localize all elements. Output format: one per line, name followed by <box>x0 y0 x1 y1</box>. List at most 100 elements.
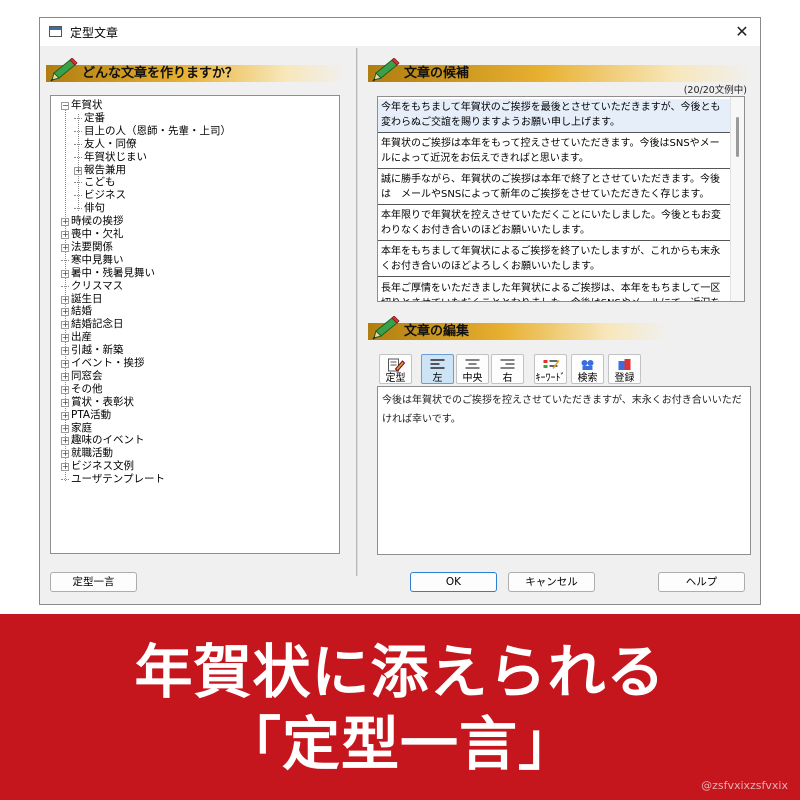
tree-item-label: 法要関係 <box>71 240 113 253</box>
expand-icon[interactable]: + <box>61 372 69 381</box>
tree-item-label: クリスマス <box>71 279 124 292</box>
expand-icon[interactable]: + <box>61 411 69 420</box>
candidate-item[interactable]: 本年をもちまして年賀状によるご挨拶を終了いたしますが、これからも末永くお付き合い… <box>378 243 731 277</box>
expand-icon[interactable]: + <box>61 360 69 368</box>
tree-item-label: 年賀状じまい <box>84 150 147 163</box>
align-left-icon <box>430 359 445 369</box>
expand-icon[interactable]: + <box>61 269 69 278</box>
tree-item-label: 喪中・欠礼 <box>71 228 124 240</box>
tree-item-label: 誕生日 <box>71 292 103 305</box>
candidate-scrollbar[interactable] <box>730 97 744 301</box>
tree-connector <box>74 156 82 158</box>
tree-connector <box>61 259 69 261</box>
dialog-window: 定型文章 ✕ どんな文章を作りますか？ − 年賀状 定番 目上の人（恩師・先輩・上司）… <box>39 17 761 605</box>
template-icon <box>388 358 406 372</box>
expand-icon[interactable]: + <box>74 166 82 175</box>
window-title: 定型文章 <box>70 26 119 40</box>
tree-item-label: 結婚記念日 <box>71 318 124 331</box>
tree-item-label: 目上の人（恩師・先輩・上司） <box>84 124 231 137</box>
tree-connector <box>74 195 82 197</box>
tree-item-label: その他 <box>71 382 103 395</box>
phrase-button[interactable]: 定型一言 <box>50 572 137 592</box>
collapse-icon[interactable]: − <box>61 102 69 110</box>
editor-section-header: 文章の編集 <box>368 316 668 340</box>
ok-button[interactable]: OK <box>410 572 497 592</box>
expand-icon[interactable]: + <box>61 424 69 433</box>
template-label: 定型 <box>385 373 406 384</box>
expand-icon[interactable]: + <box>61 463 69 472</box>
align-center-label: 中央 <box>462 373 483 384</box>
expand-icon[interactable]: + <box>61 218 69 227</box>
tree-item-label: 報告兼用 <box>84 163 126 176</box>
tree-item-label: PTA活動 <box>71 408 112 421</box>
pencil-icon <box>372 316 400 340</box>
expand-icon[interactable]: + <box>61 385 69 394</box>
candidate-item[interactable]: 長年ご厚情をいただきました年賀状によるご挨拶は、本年をもちまして一区切りとさせて… <box>378 280 731 301</box>
expand-icon[interactable]: + <box>61 398 69 407</box>
expand-icon[interactable]: + <box>61 231 69 239</box>
scrollbar-thumb[interactable] <box>736 117 739 157</box>
category-tree[interactable]: − 年賀状 定番 目上の人（恩師・先輩・上司） 友人・同僚 年賀状じまい + 報告兼用 こどもビ… <box>50 95 340 554</box>
watermark: @zsfvxixzsfvxix <box>701 779 788 792</box>
align-center-button[interactable]: 中央 <box>456 354 489 384</box>
keyword-icon <box>543 360 560 369</box>
tree-item-label: 定番 <box>84 111 105 124</box>
template-button[interactable]: 定型 <box>379 354 412 384</box>
register-button[interactable]: 登録 <box>608 354 641 384</box>
expand-icon[interactable]: + <box>61 243 69 252</box>
align-right-button[interactable]: 右 <box>491 354 524 384</box>
tree-item-label: イベント・挨拶 <box>71 357 145 369</box>
pane-splitter[interactable] <box>356 48 358 576</box>
banner-line-1: 年賀状に添えられる <box>134 638 666 706</box>
pencil-icon <box>50 58 78 82</box>
tree-item-label: 結婚 <box>71 305 92 318</box>
tree-connector <box>61 285 69 287</box>
expand-icon[interactable]: + <box>61 308 69 317</box>
expand-icon[interactable]: + <box>61 295 69 304</box>
candidate-item[interactable]: 本年限りで年賀状を控えさせていただくことにいたしました。今後ともお変わりなくお付… <box>378 207 731 241</box>
pencil-icon <box>372 58 400 82</box>
expand-icon[interactable]: + <box>61 437 69 446</box>
tree-item-label: 同窓会 <box>71 369 103 382</box>
tree-item-label: 就職活動 <box>71 447 113 460</box>
tree-item-label: 趣味のイベント <box>71 434 145 447</box>
candidate-item[interactable]: 今年をもちまして年賀状のご挨拶を最後とさせていただきますが、今後とも変わらぬご交… <box>378 99 731 133</box>
expand-icon[interactable]: + <box>61 450 69 459</box>
tree-item-label: こども <box>84 176 116 189</box>
search-label: 検索 <box>577 373 598 384</box>
keyword-button[interactable]: ｷｰﾜｰﾄﾞ <box>534 354 567 384</box>
register-label: 登録 <box>614 373 635 384</box>
tree-item-label: ビジネス文例 <box>71 460 134 473</box>
tree-item-label: 家庭 <box>71 421 92 434</box>
align-left-button[interactable]: 左 <box>421 354 454 384</box>
expand-icon[interactable]: + <box>61 347 69 356</box>
close-button[interactable]: ✕ <box>730 20 754 44</box>
tree-item-label: 俳句 <box>84 202 105 215</box>
tree-item-label: 賞状・表彰状 <box>71 395 134 408</box>
candidate-list[interactable]: 長年ご厚情をいただきました年賀状によるご挨拶は、本年をもちまして一区切りとさせて… <box>377 96 745 302</box>
tree-connector <box>74 143 82 145</box>
align-center-icon <box>465 359 480 369</box>
candidate-count: (20/20文例中) <box>683 85 747 96</box>
keyword-label: ｷｰﾜｰﾄﾞ <box>535 373 566 384</box>
expand-icon[interactable]: + <box>61 334 69 343</box>
edit-textarea[interactable]: 今後は年賀状でのご挨拶を控えさせていただきますが、末永くお付き合いいただければ幸… <box>377 386 751 555</box>
editor-header-label: 文章の編集 <box>404 324 470 339</box>
search-button[interactable]: 検索 <box>571 354 604 384</box>
candidate-item[interactable]: 年賀状のご挨拶は本年をもって控えさせていただきます。今後はSNSやメールによって… <box>378 135 731 169</box>
tree-connector <box>61 479 69 481</box>
title-bar: 定型文章 ✕ <box>40 18 760 46</box>
cancel-button[interactable]: キャンセル <box>508 572 595 592</box>
help-button[interactable]: ヘルプ <box>658 572 745 592</box>
tree-connector <box>74 117 82 119</box>
candidates-section-header: 文章の候補 <box>368 58 752 82</box>
search-icon <box>581 360 594 370</box>
tree-item-label: 暑中・残暑見舞い <box>71 266 155 279</box>
tree-item-label: ビジネス <box>84 189 126 202</box>
tree-item-label: 出産 <box>71 331 92 344</box>
candidate-item[interactable]: 誠に勝手ながら、年賀状のご挨拶は本年で終了とさせていただきます。今後は メールや… <box>378 171 731 205</box>
left-header-label: どんな文章を作りますか？ <box>82 66 239 81</box>
candidates-header-label: 文章の候補 <box>404 66 470 81</box>
expand-icon[interactable]: + <box>61 321 69 330</box>
align-left-label: 左 <box>432 373 443 384</box>
